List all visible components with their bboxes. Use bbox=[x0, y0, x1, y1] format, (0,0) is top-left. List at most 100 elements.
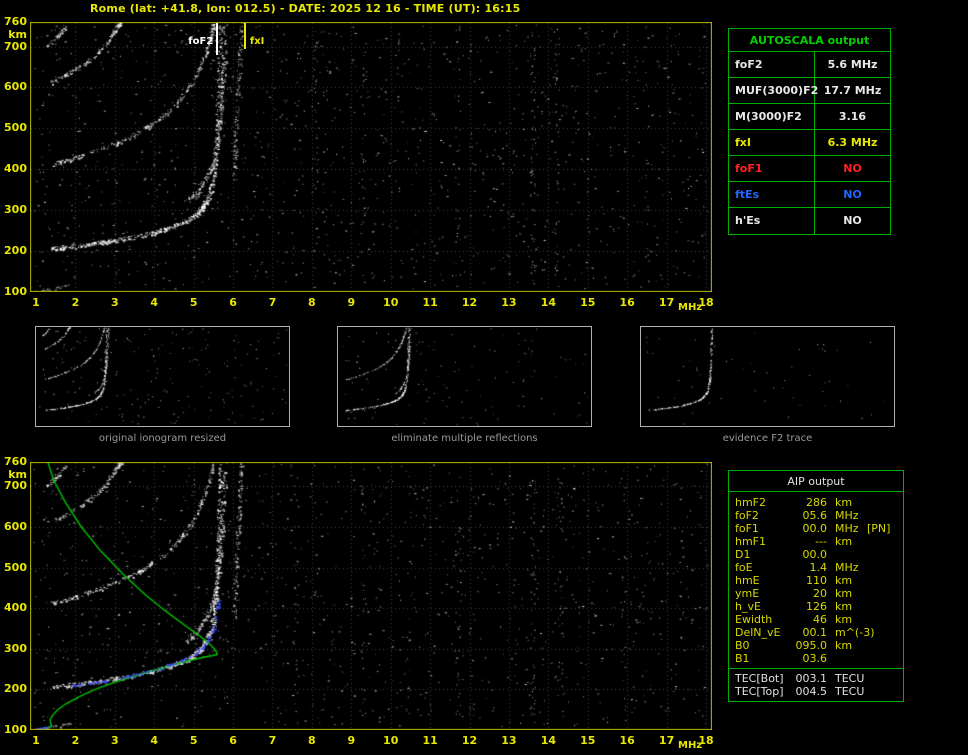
extra-cell bbox=[867, 626, 903, 639]
value-cell: 20 bbox=[813, 587, 827, 600]
y-axis-tick-label: 700 bbox=[4, 479, 27, 493]
value-cell: NO bbox=[843, 214, 862, 227]
aip-row: hmF1 --- km bbox=[735, 535, 903, 548]
aip-row: Ewidth 46 km bbox=[735, 613, 903, 626]
value-cell: 004.5 bbox=[795, 685, 828, 698]
param-cell: D1 bbox=[735, 548, 751, 561]
extra-cell bbox=[867, 652, 903, 665]
table-row: MUF(3000)F2 17.7 MHz bbox=[729, 78, 890, 104]
value-cell: --- bbox=[815, 535, 827, 548]
y-axis-tick-label: 600 bbox=[4, 80, 27, 94]
y-axis-tick-label: 100 bbox=[4, 285, 27, 298]
param-cell: M(3000)F2 bbox=[729, 104, 815, 129]
unit-cell: km bbox=[835, 600, 853, 613]
value-cell: 46 bbox=[813, 613, 827, 626]
y-axis-tick-label: 700 bbox=[4, 39, 27, 53]
x-axis-tick-label: 10 bbox=[383, 296, 399, 309]
extra-cell bbox=[867, 639, 903, 652]
unit-cell: MHz bbox=[835, 509, 859, 522]
table-row: h'Es NO bbox=[729, 208, 890, 234]
aip-table-rows: hmF2 286 km foF2 05.6 MHz foF1 00.0 MHz [PN] hmF1 -… bbox=[729, 492, 903, 668]
param-cell: hmE bbox=[735, 574, 760, 587]
top-ionogram-canvas bbox=[30, 22, 712, 292]
y-axis-tick-label: 200 bbox=[4, 682, 27, 696]
param-cell: ftEs bbox=[729, 182, 815, 207]
x-axis-tick-label: 15 bbox=[580, 296, 596, 309]
y-axis-tick-label: 200 bbox=[4, 244, 27, 258]
panel-eliminate-reflections bbox=[337, 326, 592, 427]
x-axis-tick-label: 10 bbox=[383, 734, 399, 747]
top-ionogram-plot: foF2 fxI bbox=[30, 22, 712, 292]
panel-evidence-f2-trace bbox=[640, 326, 895, 427]
param-cell: h_vE bbox=[735, 600, 761, 613]
table-row: fxI 6.3 MHz bbox=[729, 130, 890, 156]
value-cell: 6.3 MHz bbox=[827, 136, 878, 149]
panel-caption-evidence: evidence F2 trace bbox=[722, 433, 813, 444]
param-cell: foF1 bbox=[735, 522, 759, 535]
y-axis-tick-label: 300 bbox=[4, 641, 27, 655]
fxi-marker-line bbox=[243, 23, 246, 49]
extra-cell bbox=[867, 509, 903, 522]
y-axis-tick-label: 100 bbox=[4, 723, 27, 736]
x-axis-tick-label: 11 bbox=[422, 734, 438, 747]
fof2-marker-label: foF2 bbox=[188, 36, 214, 47]
fxi-marker-label: fxI bbox=[249, 36, 265, 47]
unit-cell: m^(-3) bbox=[835, 626, 875, 639]
table-row: foF2 5.6 MHz bbox=[729, 52, 890, 78]
value-cell: 095.0 bbox=[795, 639, 828, 652]
x-axis-tick-label: 3 bbox=[110, 734, 119, 747]
value-cell: NO bbox=[843, 162, 862, 175]
param-cell: foF1 bbox=[729, 156, 815, 181]
unit-cell bbox=[827, 548, 867, 561]
extra-cell bbox=[867, 587, 903, 600]
param-cell: foE bbox=[735, 561, 753, 574]
aip-row: foF1 00.0 MHz [PN] bbox=[735, 522, 903, 535]
y-axis-tick-label: 400 bbox=[4, 601, 27, 615]
param-cell: B1 bbox=[735, 652, 750, 665]
aip-row: B0 095.0 km bbox=[735, 639, 903, 652]
x-axis-tick-label: 11 bbox=[422, 296, 438, 309]
x-axis-tick-label: 16 bbox=[619, 296, 635, 309]
x-axis-tick-label: 14 bbox=[540, 296, 556, 309]
param-cell: B0 bbox=[735, 639, 750, 652]
x-axis-tick-label: 2 bbox=[71, 734, 80, 747]
x-axis-tick-label: 12 bbox=[461, 734, 478, 747]
value-cell: 126 bbox=[806, 600, 827, 613]
extra-cell bbox=[867, 535, 903, 548]
aip-table-tec-rows: TEC[Bot] 003.1 TECU TEC[Top] 004.5 TECU bbox=[729, 668, 903, 701]
aip-row: B1 03.6 bbox=[735, 652, 903, 665]
aip-tec-row: TEC[Top] 004.5 TECU bbox=[735, 685, 903, 698]
aip-row: foF2 05.6 MHz bbox=[735, 509, 903, 522]
x-axis-tick-label: 1 bbox=[32, 296, 40, 309]
y-axis-tick-label: 760 bbox=[4, 455, 27, 468]
param-cell: hmF1 bbox=[735, 535, 767, 548]
x-axis-tick-label: 13 bbox=[501, 734, 517, 747]
value-cell: 03.6 bbox=[802, 652, 828, 665]
extra-cell bbox=[867, 600, 903, 613]
value-cell: 17.7 MHz bbox=[823, 84, 882, 97]
aip-tec-row: TEC[Bot] 003.1 TECU bbox=[735, 672, 903, 685]
x-axis-tick-label: 7 bbox=[268, 734, 277, 747]
x-axis-tick-label: 6 bbox=[229, 296, 237, 309]
bottom-ionogram-plot bbox=[30, 462, 712, 730]
value-cell: NO bbox=[843, 188, 862, 201]
extra-cell bbox=[867, 548, 903, 561]
y-axis-tick-label: 500 bbox=[4, 560, 27, 574]
y-axis-tick-label: 400 bbox=[4, 162, 27, 176]
param-cell: foF2 bbox=[729, 52, 815, 77]
table-row: M(3000)F2 3.16 bbox=[729, 104, 890, 130]
panel-eliminate-reflections-canvas bbox=[338, 327, 591, 426]
aip-row: DelN_vE 00.1 m^(-3) bbox=[735, 626, 903, 639]
extra-cell bbox=[867, 613, 903, 626]
x-axis-tick-label: 12 bbox=[461, 296, 478, 309]
param-cell: fxI bbox=[729, 130, 815, 155]
x-axis-tick-label: 5 bbox=[189, 296, 198, 309]
table-row: foF1 NO bbox=[729, 156, 890, 182]
param-cell: ymE bbox=[735, 587, 760, 600]
extra-cell bbox=[867, 574, 903, 587]
table-row: ftEs NO bbox=[729, 182, 890, 208]
autoscala-table-title: AUTOSCALA output bbox=[729, 29, 890, 52]
y-axis-tick-label: 500 bbox=[4, 121, 27, 135]
unit-cell: TECU bbox=[835, 685, 865, 698]
x-axis-tick-label: 9 bbox=[347, 296, 356, 309]
